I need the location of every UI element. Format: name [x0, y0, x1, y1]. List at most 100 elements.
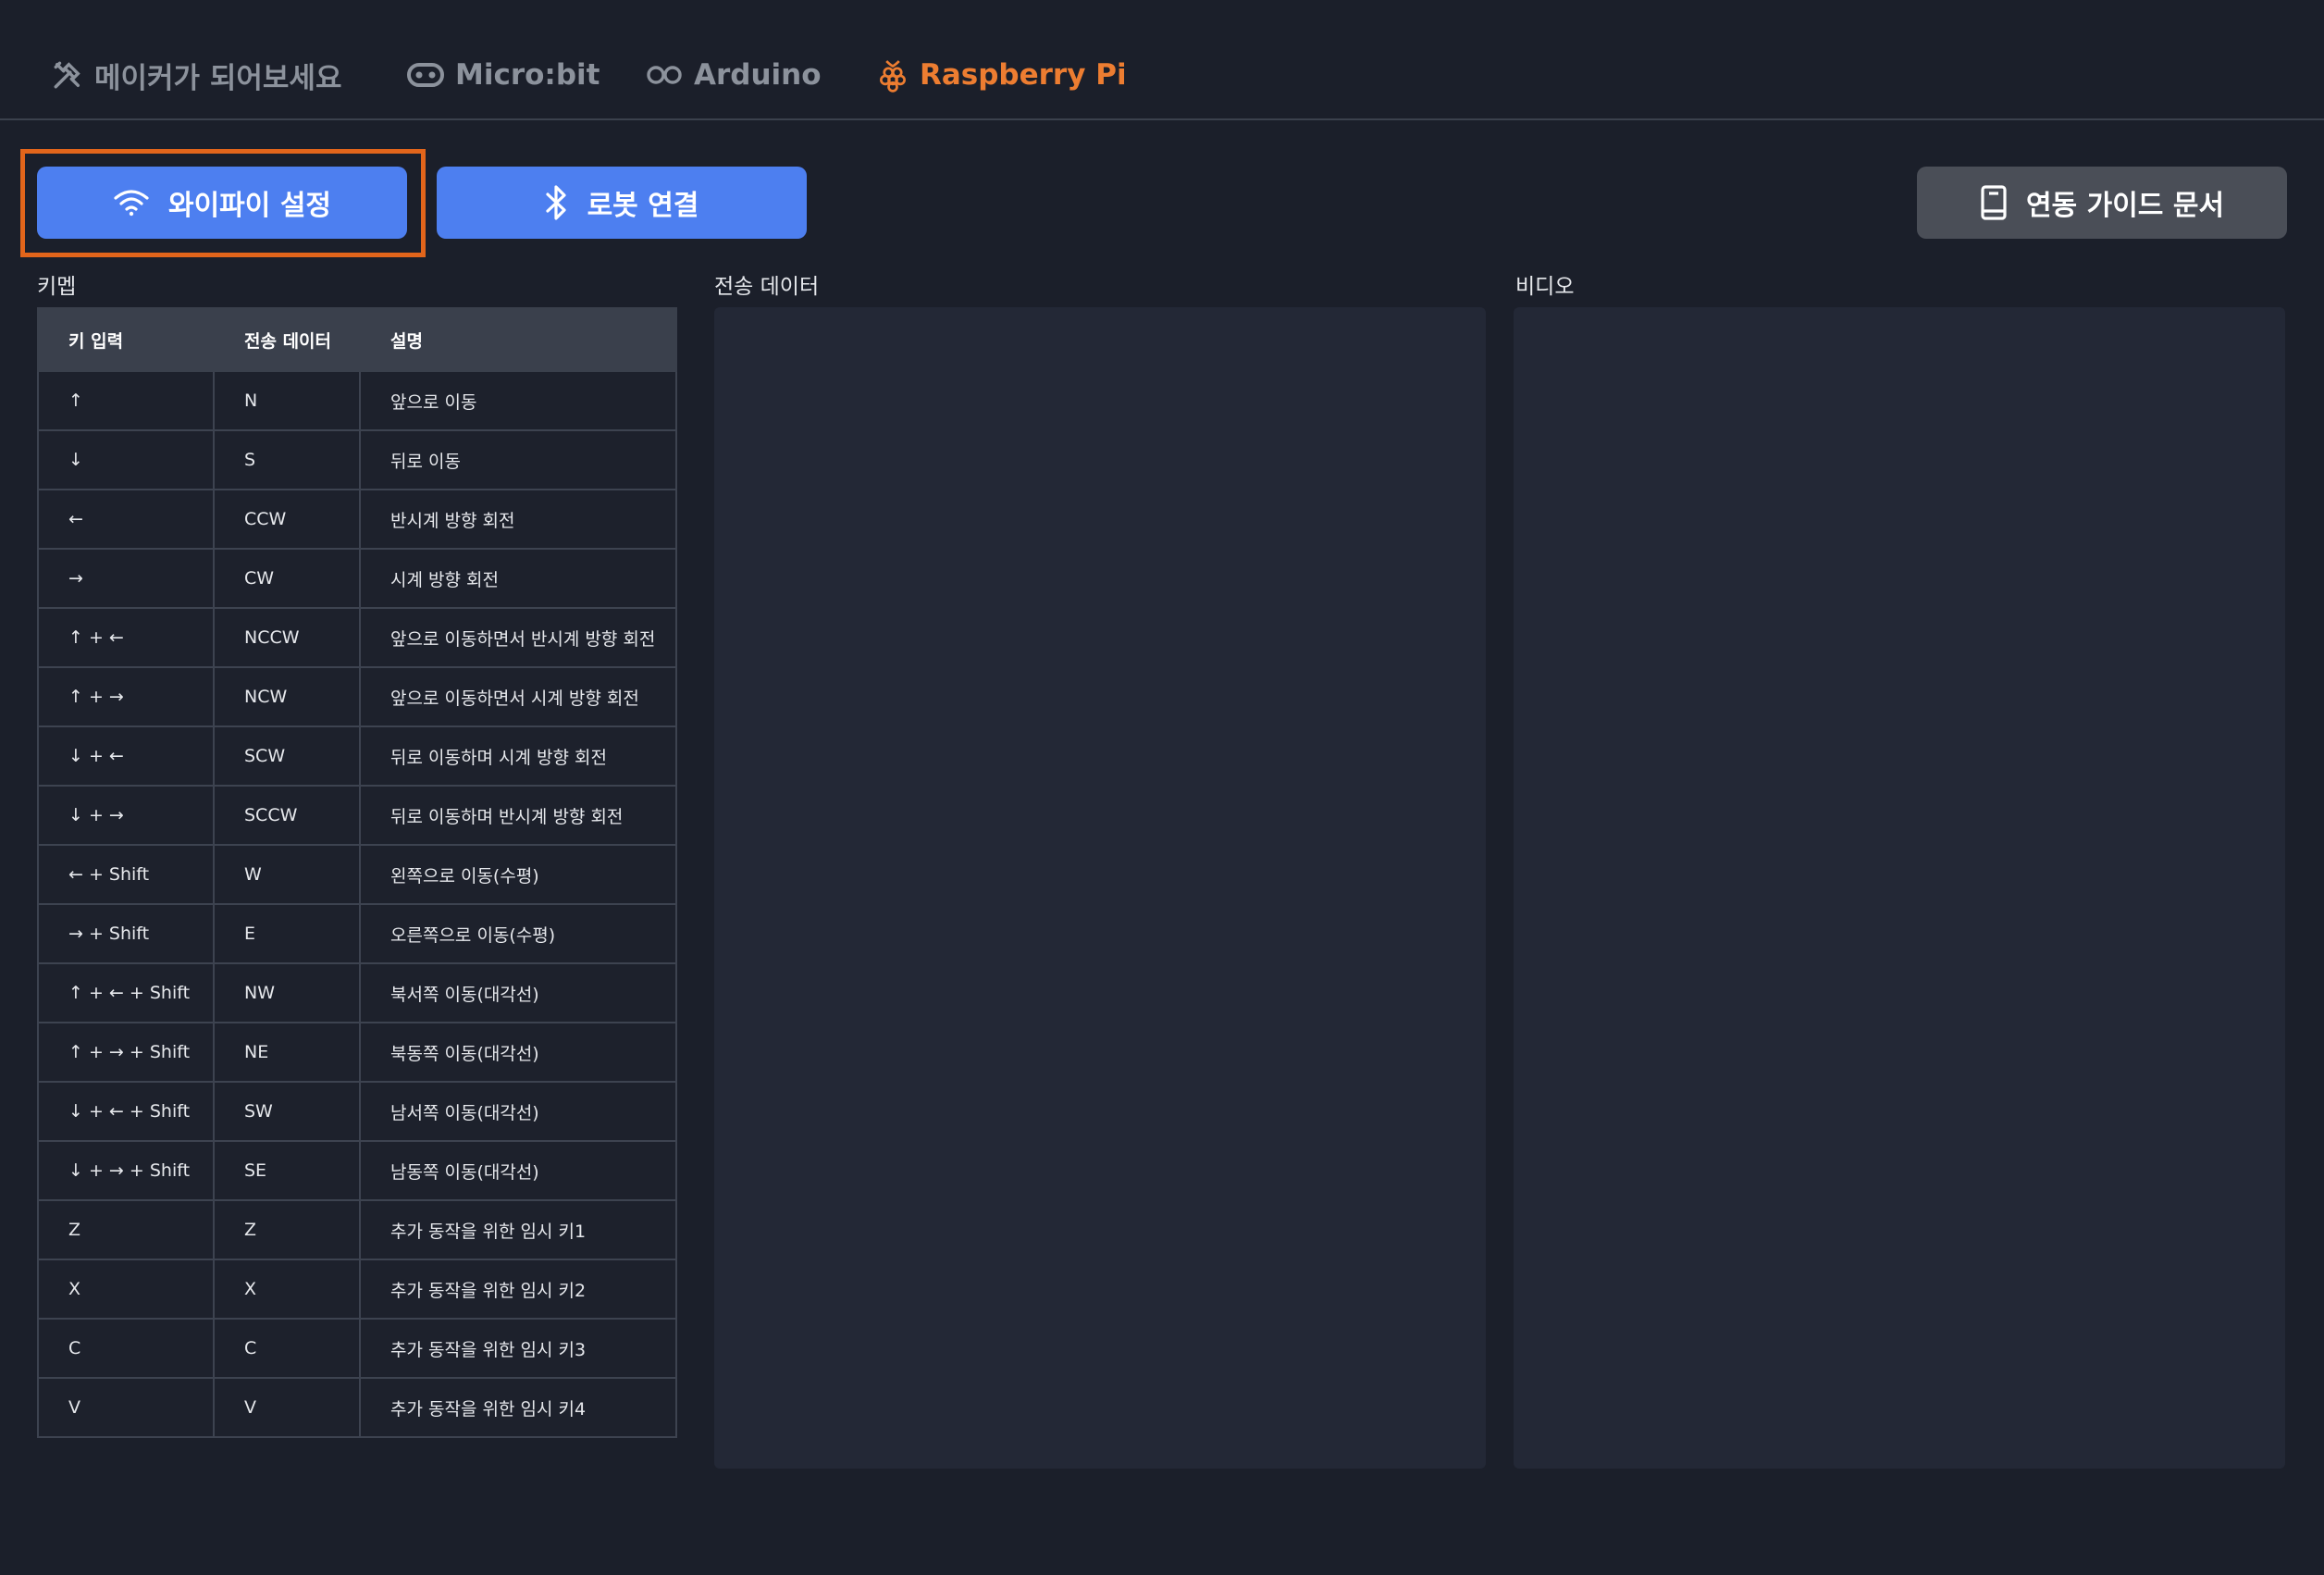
table-row: ↑ + ← + Shift NW 북서쪽 이동(대각선) [37, 962, 677, 1023]
infinity-icon [647, 66, 682, 84]
cell-transmit-data: S [213, 429, 361, 490]
cell-description: 앞으로 이동 [359, 370, 677, 431]
keymap-header-row: 키 입력 전송 데이터 설명 [37, 307, 677, 372]
cell-transmit-data: SW [213, 1081, 361, 1142]
table-row: Z Z 추가 동작을 위한 임시 키1 [37, 1199, 677, 1260]
cell-transmit-data: N [213, 370, 361, 431]
cell-transmit-data: NCW [213, 666, 361, 727]
cell-transmit-data: SE [213, 1140, 361, 1201]
cell-transmit-data: Z [213, 1199, 361, 1260]
book-icon [1981, 185, 2007, 220]
cell-description: 뒤로 이동 [359, 429, 677, 490]
wifi-settings-label: 와이파이 설정 [167, 190, 332, 222]
table-row: ↓ + ← SCW 뒤로 이동하며 시계 방향 회전 [37, 725, 677, 787]
cell-key-input: ↑ + → + Shift [37, 1022, 215, 1083]
tab-arduino-label: Arduino [694, 58, 822, 92]
cell-description: 시계 방향 회전 [359, 548, 677, 609]
cell-description: 북서쪽 이동(대각선) [359, 962, 677, 1023]
cell-transmit-data: C [213, 1318, 361, 1379]
cell-transmit-data: SCCW [213, 785, 361, 846]
integration-guide-button[interactable]: 연동 가이드 문서 [1917, 167, 2287, 239]
bluetooth-icon [545, 185, 566, 220]
column-header-description: 설명 [359, 307, 677, 372]
cell-transmit-data: NW [213, 962, 361, 1023]
cell-transmit-data: X [213, 1259, 361, 1320]
table-row: ← CCW 반시계 방향 회전 [37, 489, 677, 550]
cell-description: 추가 동작을 위한 임시 키4 [359, 1377, 677, 1438]
cell-key-input: C [37, 1318, 215, 1379]
table-row: V V 추가 동작을 위한 임시 키4 [37, 1377, 677, 1438]
cell-key-input: ↑ + → [37, 666, 215, 727]
table-row: ↓ + → SCCW 뒤로 이동하며 반시계 방향 회전 [37, 785, 677, 846]
cell-key-input: Z [37, 1199, 215, 1260]
table-row: ↑ + → NCW 앞으로 이동하면서 시계 방향 회전 [37, 666, 677, 727]
cell-key-input: ↑ + ← [37, 607, 215, 668]
cell-transmit-data: CCW [213, 489, 361, 550]
cell-key-input: X [37, 1259, 215, 1320]
cell-description: 북동쪽 이동(대각선) [359, 1022, 677, 1083]
table-row: ↓ + → + Shift SE 남동쪽 이동(대각선) [37, 1140, 677, 1201]
tab-maker[interactable]: 메이커가 되어보세요 [52, 52, 341, 98]
raspberry-icon [880, 60, 906, 93]
cell-transmit-data: E [213, 903, 361, 964]
cell-description: 오른쪽으로 이동(수평) [359, 903, 677, 964]
cell-description: 왼쪽으로 이동(수평) [359, 844, 677, 905]
keymap-body: ↑ N 앞으로 이동 ↓ S 뒤로 이동 ← CCW 반시계 방향 회전 → CW 시계 방향 회전 ↑… [37, 370, 677, 1438]
tab-microbit-label: Micro:bit [455, 58, 600, 92]
cell-key-input: V [37, 1377, 215, 1438]
wifi-settings-button[interactable]: 와이파이 설정 [37, 167, 407, 239]
integration-guide-label: 연동 가이드 문서 [2025, 190, 2225, 222]
cell-transmit-data: NCCW [213, 607, 361, 668]
transmit-data-panel [714, 307, 1486, 1469]
cell-key-input: ← + Shift [37, 844, 215, 905]
cell-description: 앞으로 이동하면서 시계 방향 회전 [359, 666, 677, 727]
keymap-table: 키 입력 전송 데이터 설명 ↑ N 앞으로 이동 ↓ S 뒤로 이동 ← CCW 반시계 방향… [37, 307, 677, 1438]
microbit-icon [407, 63, 444, 87]
cell-description: 뒤로 이동하며 시계 방향 회전 [359, 725, 677, 787]
video-heading: 비디오 [1515, 275, 1575, 299]
keymap-heading: 키멥 [37, 275, 77, 299]
cell-key-input: ↓ + ← [37, 725, 215, 787]
cell-transmit-data: W [213, 844, 361, 905]
transmit-data-heading: 전송 데이터 [714, 275, 820, 299]
cell-key-input: ↓ + → + Shift [37, 1140, 215, 1201]
wifi-icon [114, 190, 149, 217]
column-header-key-input: 키 입력 [37, 307, 215, 372]
cell-transmit-data: V [213, 1377, 361, 1438]
robot-connect-button[interactable]: 로봇 연결 [437, 167, 807, 239]
cell-key-input: ↓ + ← + Shift [37, 1081, 215, 1142]
table-row: ↑ N 앞으로 이동 [37, 370, 677, 431]
table-row: ↓ + ← + Shift SW 남서쪽 이동(대각선) [37, 1081, 677, 1142]
cell-key-input: → + Shift [37, 903, 215, 964]
table-row: ↑ + ← NCCW 앞으로 이동하면서 반시계 방향 회전 [37, 607, 677, 668]
table-row: ↓ S 뒤로 이동 [37, 429, 677, 490]
table-row: C C 추가 동작을 위한 임시 키3 [37, 1318, 677, 1379]
cell-transmit-data: SCW [213, 725, 361, 787]
cell-key-input: ← [37, 489, 215, 550]
tab-microbit[interactable]: Micro:bit [407, 52, 600, 98]
cell-transmit-data: NE [213, 1022, 361, 1083]
table-row: ← + Shift W 왼쪽으로 이동(수평) [37, 844, 677, 905]
video-panel [1514, 307, 2285, 1469]
table-row: → CW 시계 방향 회전 [37, 548, 677, 609]
tab-raspberry-pi-label: Raspberry Pi [920, 58, 1127, 92]
cell-description: 남서쪽 이동(대각선) [359, 1081, 677, 1142]
tab-raspberry-pi[interactable]: Raspberry Pi [877, 52, 1127, 98]
cell-key-input: → [37, 548, 215, 609]
tab-maker-label: 메이커가 되어보세요 [94, 61, 342, 95]
cell-key-input: ↓ [37, 429, 215, 490]
cell-description: 앞으로 이동하면서 반시계 방향 회전 [359, 607, 677, 668]
cell-description: 뒤로 이동하며 반시계 방향 회전 [359, 785, 677, 846]
tab-arduino[interactable]: Arduino [646, 52, 822, 98]
cell-description: 남동쪽 이동(대각선) [359, 1140, 677, 1201]
table-row: ↑ + → + Shift NE 북동쪽 이동(대각선) [37, 1022, 677, 1083]
table-row: X X 추가 동작을 위한 임시 키2 [37, 1259, 677, 1320]
top-nav: 메이커가 되어보세요 Micro:bit Arduino Raspberry P… [0, 0, 2324, 120]
cell-key-input: ↓ + → [37, 785, 215, 846]
tools-icon [54, 61, 80, 89]
cell-description: 추가 동작을 위한 임시 키1 [359, 1199, 677, 1260]
cell-description: 반시계 방향 회전 [359, 489, 677, 550]
column-header-transmit-data: 전송 데이터 [213, 307, 361, 372]
cell-description: 추가 동작을 위한 임시 키2 [359, 1259, 677, 1320]
cell-key-input: ↑ [37, 370, 215, 431]
